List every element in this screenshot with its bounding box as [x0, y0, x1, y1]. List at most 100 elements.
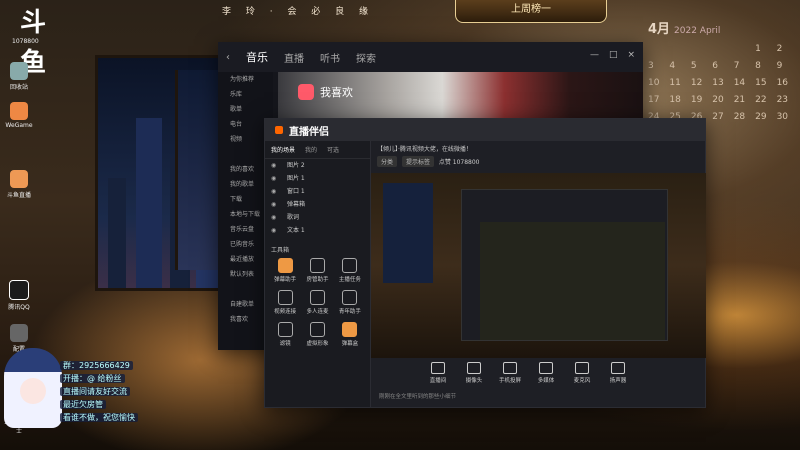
toolbox-title: 工具箱 [271, 247, 290, 254]
desktop-icon-qq[interactable]: 腾讯QQ [4, 280, 34, 311]
maximize-icon[interactable]: □ [609, 50, 618, 60]
calendar-day [691, 44, 712, 54]
scene-item[interactable]: 窗口 1 [265, 185, 370, 198]
music-nav: ‹ 音乐 直播 听书 探索 [218, 42, 643, 72]
back-arrow-icon[interactable]: ‹ [226, 52, 230, 63]
tag-chip[interactable]: 提示标签 [401, 156, 434, 167]
tab-my-scenes[interactable]: 我的场景 [271, 145, 295, 154]
music-nav-audiobook[interactable]: 听书 [320, 50, 340, 65]
tool-label: 房管助手 [306, 277, 329, 283]
tool-item[interactable]: 多人连麦 [301, 290, 333, 315]
calendar-day [734, 44, 755, 54]
desktop-icon-douyu[interactable]: 斗鱼直播 [4, 170, 34, 199]
calendar-day [712, 44, 733, 54]
calendar-day: 13 [712, 78, 724, 88]
broadcast-tool-label: 直播间 [429, 378, 447, 384]
calendar-day: 27 [712, 112, 724, 122]
tool-icon [309, 290, 325, 305]
overlay-line-text: 直播间请友好交流 [60, 387, 130, 396]
music-nav-live[interactable]: 直播 [284, 50, 304, 65]
broadcast-tool[interactable]: 多媒体 [533, 362, 559, 384]
desktop-icon-wegame[interactable]: WeGame [4, 102, 34, 129]
close-icon[interactable]: × [627, 50, 635, 60]
calendar-day: 23 [776, 95, 789, 105]
tool-icon [277, 258, 293, 273]
scene-item[interactable]: 文本 1 [265, 224, 370, 237]
overlay-line-text: 看谁不做，祝您愉快 [60, 413, 138, 422]
tool-icon [342, 290, 358, 305]
broadcast-tool[interactable]: 直播间 [425, 362, 451, 384]
tool-item[interactable]: 弹幕助手 [269, 258, 301, 283]
app-title: 直播伴侣 [289, 126, 329, 138]
category-chip[interactable]: 分类 [377, 156, 398, 167]
top-fan-badge: 上周榜一 [455, 0, 607, 23]
tool-label: 虚拟形象 [306, 341, 329, 347]
tab-optional[interactable]: 可选 [327, 145, 339, 154]
tool-item[interactable]: 滤镜 [269, 322, 301, 347]
calendar-day: 8 [755, 61, 761, 71]
tool-icon [277, 290, 293, 305]
scene-tabs: 我的场景 我的 可选 [265, 141, 370, 159]
vtuber-avatar [4, 348, 62, 428]
overlay-line: 开播：@ 给粉丝 [60, 372, 138, 385]
overlay-line: 最近欠房管 [60, 398, 138, 411]
desktop-icon-recycle[interactable]: 回收站 [4, 62, 34, 91]
tool-item[interactable]: 视频连接 [269, 290, 301, 315]
scene-item[interactable]: 图片 2 [265, 159, 370, 172]
calendar-day: 10 [648, 78, 660, 88]
calendar-day: 2 [776, 44, 783, 54]
broadcast-tool-icon [431, 362, 445, 374]
calendar-day: 28 [733, 112, 746, 122]
preview-window [383, 183, 433, 283]
music-sidebar-item[interactable]: 歌单 [218, 102, 273, 117]
overlay-line-text: 最近欠房管 [60, 400, 106, 409]
calendar-day: 3 [648, 61, 654, 71]
window-cityscape-2 [175, 70, 223, 270]
calendar-day: 17 [648, 95, 660, 105]
broadcast-tool[interactable]: 手机投屏 [497, 362, 523, 384]
tab-mine[interactable]: 我的 [305, 145, 317, 154]
broadcast-tool-label: 摄像头 [465, 378, 483, 384]
calendar-day: 11 [669, 78, 681, 88]
config-icon [10, 324, 28, 342]
tool-item[interactable]: 房管助手 [301, 258, 333, 283]
scene-list: 图片 2图片 1窗口 1弹幕箱歌词文本 1 [265, 159, 370, 237]
calendar-grid: 1 2 3 4 5 6 7 8 9 10 11 12 13 14 15 16 17 18 19 20 21 22 23 24 2… [648, 44, 798, 122]
broadcast-tool-icon [575, 362, 589, 374]
overlay-line: 群：2925666429 [60, 359, 138, 372]
music-nav-music[interactable]: 音乐 [246, 49, 268, 65]
calendar-year: 2022 April [674, 26, 721, 36]
building [136, 118, 162, 288]
minimize-icon[interactable]: — [590, 50, 599, 60]
broadcast-tool-label: 手机投屏 [498, 378, 521, 384]
calendar-day: 9 [776, 61, 783, 71]
music-sidebar-item[interactable]: 乐库 [218, 87, 273, 102]
broadcast-tool[interactable]: 扬声器 [605, 362, 631, 384]
broadcast-tool-label: 多媒体 [537, 378, 555, 384]
tool-icon [342, 258, 358, 273]
scene-item[interactable]: 弹幕箱 [265, 198, 370, 211]
broadcast-toolbar: 直播间 摄像头 手机投屏 多媒体 麦克风 扬声器 [371, 358, 705, 388]
tool-label: 多人连麦 [306, 309, 329, 315]
hint-bar: 刚刚在全文里听到的那些小细节 [379, 394, 457, 400]
tool-label: 弹幕盒 [341, 341, 359, 347]
calendar-day: 22 [755, 95, 767, 105]
music-sidebar-item[interactable]: 为你推荐 [218, 72, 273, 87]
tool-item[interactable]: 青年助手 [334, 290, 366, 315]
stream-stats: 点赞 1078800 [438, 159, 480, 166]
tool-label: 弹幕助手 [274, 277, 297, 283]
header-deco: 李 玲 · 会 必 良 缘 [222, 7, 375, 17]
zb-scene-panel: 我的场景 我的 可选 图片 2图片 1窗口 1弹幕箱歌词文本 1 工具箱 弹幕助… [265, 141, 371, 407]
recycle-bin-icon [10, 62, 28, 80]
scene-item[interactable]: 图片 1 [265, 172, 370, 185]
tool-item[interactable]: 弹幕盒 [334, 322, 366, 347]
tool-item[interactable]: 主播任务 [334, 258, 366, 283]
calendar-day: 15 [755, 78, 767, 88]
music-nav-explore[interactable]: 探索 [356, 50, 376, 65]
broadcast-tool[interactable]: 摄像头 [461, 362, 487, 384]
broadcast-tool[interactable]: 麦克风 [569, 362, 595, 384]
scene-item[interactable]: 歌词 [265, 211, 370, 224]
calendar-day: 18 [669, 95, 681, 105]
tool-item[interactable]: 虚拟形象 [301, 322, 333, 347]
calendar-day: 5 [690, 61, 697, 71]
